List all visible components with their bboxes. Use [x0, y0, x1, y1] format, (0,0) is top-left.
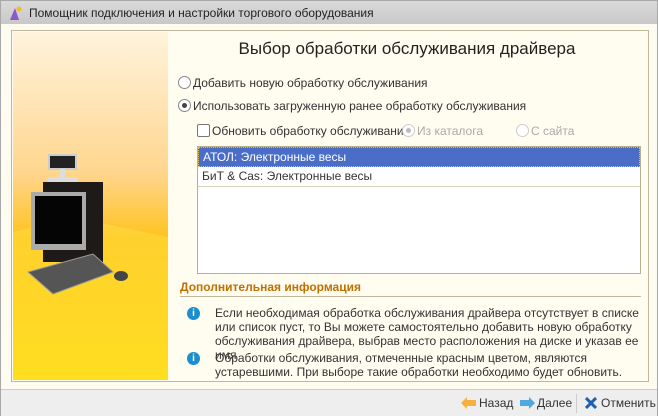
radio-button[interactable]	[178, 76, 191, 89]
driver-processing-list[interactable]: АТОЛ: Электронные весы БиТ & Cas: Электр…	[197, 146, 641, 274]
content-panel: Выбор обработки обслуживания драйвера До…	[11, 30, 649, 382]
radio-button[interactable]	[402, 124, 415, 137]
page-title: Выбор обработки обслуживания драйвера	[238, 39, 576, 58]
radio-label: Добавить новую обработку обслуживания	[193, 76, 428, 90]
update-checkbox[interactable]: Обновить обработку обслуживания	[197, 124, 410, 138]
equipment-illustration	[13, 32, 168, 380]
radio-label: Из каталога	[417, 124, 484, 138]
additional-info-title: Дополнительная информация	[180, 280, 641, 297]
radio-label: С сайта	[531, 124, 575, 138]
window-title: Помощник подключения и настройки торгово…	[29, 5, 374, 20]
list-item[interactable]: БиТ & Cas: Электронные весы	[198, 167, 640, 187]
footer-toolbar: Назад Далее Отменить	[1, 389, 657, 416]
checkbox-label: Обновить обработку обслуживания	[212, 124, 411, 138]
arrow-left-icon	[461, 397, 476, 409]
list-item[interactable]: АТОЛ: Электронные весы	[198, 147, 640, 167]
cancel-label: Отменить	[601, 396, 656, 410]
cancel-button[interactable]: Отменить	[585, 396, 656, 410]
info-icon: i	[187, 352, 200, 365]
back-label: Назад	[479, 396, 514, 410]
next-label: Далее	[537, 396, 573, 410]
divider	[576, 394, 577, 413]
next-button[interactable]: Далее	[519, 396, 572, 410]
info-item: i Обработки обслуживания, отмеченные крас…	[187, 351, 647, 379]
radio-button[interactable]	[178, 99, 191, 112]
assistant-window: Помощник подключения и настройки торгово…	[0, 0, 658, 416]
close-icon	[585, 397, 597, 409]
radio-from-site[interactable]: С сайта	[516, 124, 574, 138]
radio-from-catalog[interactable]: Из каталога	[402, 124, 483, 138]
arrow-right-icon	[520, 397, 535, 409]
info-text: Обработки обслуживания, отмеченные красн…	[215, 351, 623, 379]
radio-button[interactable]	[516, 124, 529, 137]
checkbox[interactable]	[197, 124, 210, 137]
info-icon: i	[187, 307, 200, 320]
back-button[interactable]: Назад	[461, 396, 513, 410]
radio-use-loaded[interactable]: Использовать загруженную ранее обработку…	[178, 99, 526, 113]
title-bar: Помощник подключения и настройки торгово…	[1, 1, 657, 24]
wizard-icon	[10, 6, 22, 20]
radio-label: Использовать загруженную ранее обработку…	[193, 99, 527, 113]
radio-add-new[interactable]: Добавить новую обработку обслуживания	[178, 76, 428, 90]
